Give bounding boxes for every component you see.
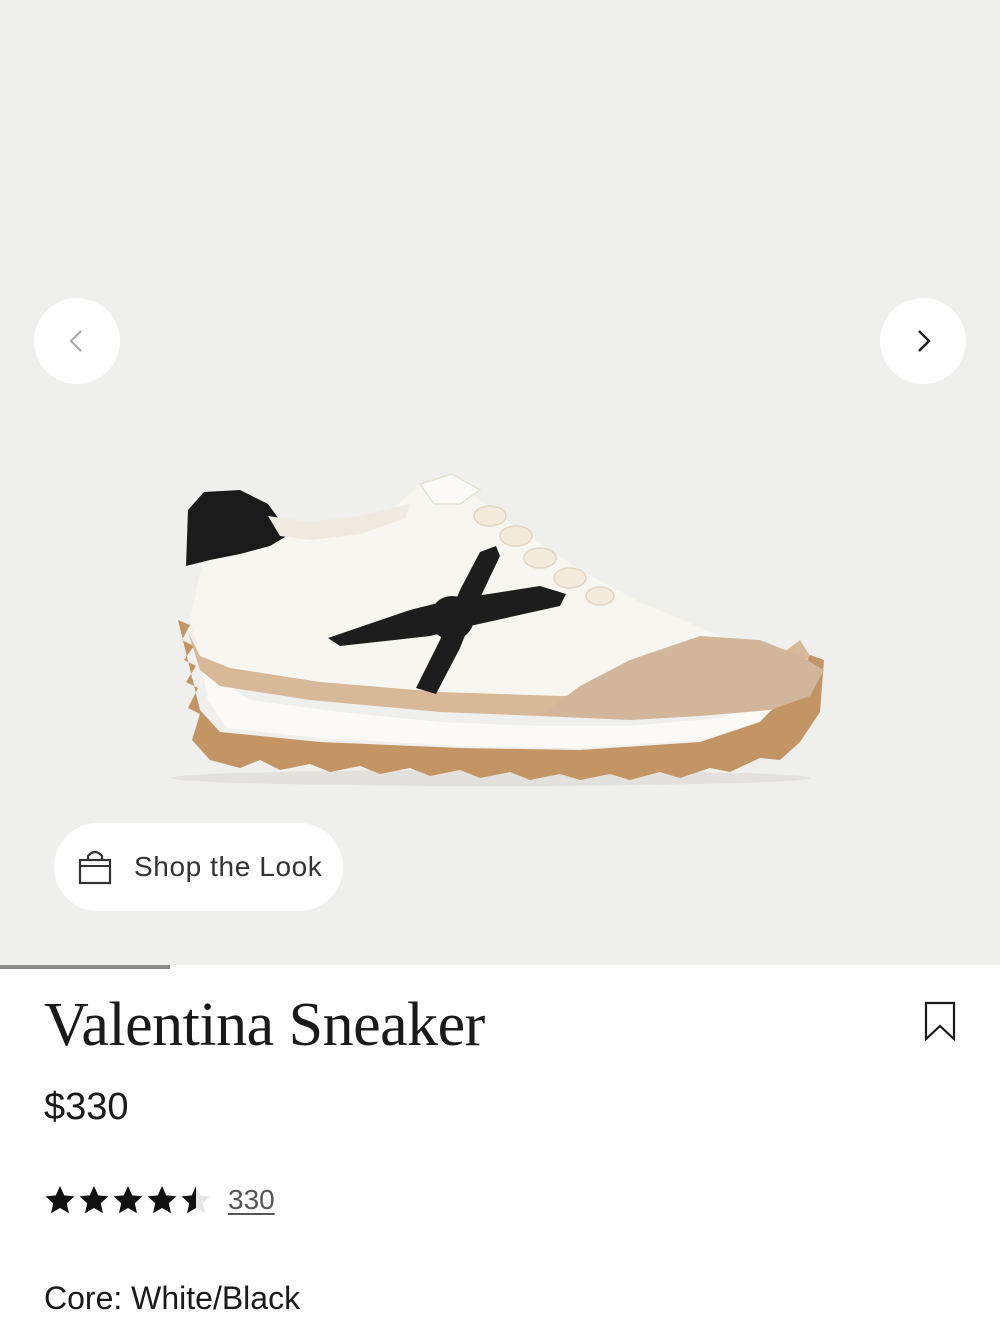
shop-the-look-label: Shop the Look: [134, 851, 323, 882]
star-half-icon: [181, 1186, 211, 1214]
gallery-next-button[interactable]: [880, 298, 966, 384]
chevron-right-icon: [918, 330, 931, 352]
star-rating: [44, 1184, 214, 1216]
product-color: Core: White/Black: [44, 1280, 301, 1316]
product-image-sneaker: [170, 473, 824, 786]
star-full-icon: [147, 1186, 177, 1214]
bookmark-icon: [924, 1001, 956, 1042]
product-image-gallery[interactable]: Shop the Look: [0, 0, 1000, 965]
star-full-icon: [79, 1186, 109, 1214]
bookmark-button[interactable]: [922, 1000, 958, 1047]
gallery-prev-button[interactable]: [34, 298, 120, 384]
product-price: $330: [44, 1086, 129, 1128]
product-title: Valentina Sneaker: [44, 991, 485, 1059]
product-rating: 330: [44, 1184, 275, 1216]
chevron-left-icon: [69, 330, 82, 352]
gallery-progress-indicator: [0, 965, 170, 969]
shop-the-look-button[interactable]: Shop the Look: [54, 823, 343, 911]
shopping-bag-icon: [78, 850, 112, 885]
star-full-icon: [113, 1186, 143, 1214]
review-count-link[interactable]: 330: [228, 1184, 275, 1216]
star-full-icon: [45, 1186, 75, 1214]
